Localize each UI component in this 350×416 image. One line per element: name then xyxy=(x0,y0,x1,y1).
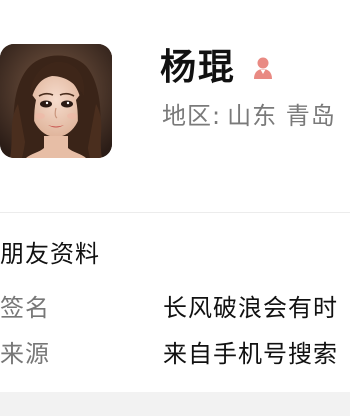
female-user-icon xyxy=(254,57,272,79)
region-info: 地区: 山东 青岛 xyxy=(162,98,336,134)
profile-header: 杨琨 地区: 山东 青岛 xyxy=(0,0,350,200)
contact-name: 杨琨 xyxy=(160,47,237,88)
signature-row: 签名 长风破浪会有时 xyxy=(0,288,350,328)
region-label: 地区: xyxy=(162,102,222,130)
section-separator xyxy=(0,392,350,416)
avatar-photo xyxy=(0,44,112,158)
signature-value: 长风破浪会有时 xyxy=(163,294,338,322)
friend-info-title: 朋友资料 xyxy=(0,240,100,268)
contact-profile-page: 杨琨 地区: 山东 青岛 朋友资料 签名 长风破浪会有时 来源 来自手机号搜索 xyxy=(0,0,350,416)
region-value: 山东 青岛 xyxy=(227,102,336,130)
source-label: 来源 xyxy=(0,340,50,368)
source-row: 来源 来自手机号搜索 xyxy=(0,334,350,374)
source-value: 来自手机号搜索 xyxy=(163,340,338,368)
divider xyxy=(0,212,350,213)
avatar[interactable] xyxy=(0,44,112,158)
signature-label: 签名 xyxy=(0,294,50,322)
